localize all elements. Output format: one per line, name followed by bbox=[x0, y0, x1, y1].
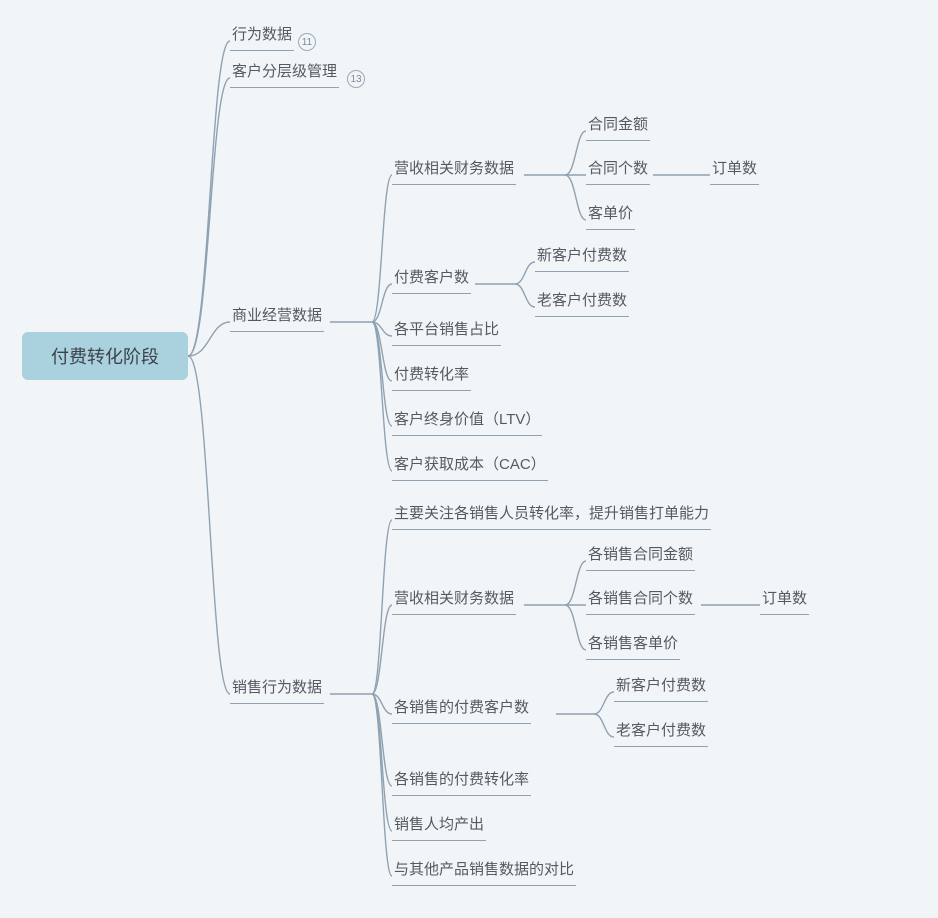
node-biz-finance[interactable]: 营收相关财务数据 bbox=[392, 157, 516, 185]
node-old-paying[interactable]: 老客户付费数 bbox=[535, 289, 629, 317]
node-sales-compare[interactable]: 与其他产品销售数据的对比 bbox=[392, 858, 576, 886]
node-label: 老客户付费数 bbox=[616, 722, 706, 739]
node-label: 订单数 bbox=[762, 590, 807, 607]
node-label: 新客户付费数 bbox=[537, 247, 627, 264]
collapsed-count-badge[interactable]: 13 bbox=[347, 70, 365, 88]
root-node[interactable]: 付费转化阶段 bbox=[22, 332, 188, 380]
node-contract-count[interactable]: 合同个数 bbox=[586, 157, 650, 185]
node-business-data[interactable]: 商业经营数据 bbox=[230, 304, 324, 332]
node-unit-price[interactable]: 客单价 bbox=[586, 202, 635, 230]
node-label: 销售人均产出 bbox=[394, 816, 484, 833]
badge-count: 13 bbox=[350, 74, 361, 85]
node-label: 各销售的付费客户数 bbox=[394, 699, 529, 716]
node-order-count[interactable]: 订单数 bbox=[710, 157, 759, 185]
node-sales-contract-count[interactable]: 各销售合同个数 bbox=[586, 587, 695, 615]
node-label: 新客户付费数 bbox=[616, 677, 706, 694]
node-customer-tier[interactable]: 客户分层级管理 bbox=[230, 60, 339, 88]
node-ltv[interactable]: 客户终身价值（LTV） bbox=[392, 408, 542, 436]
node-label: 各销售合同金额 bbox=[588, 546, 693, 563]
node-label: 各销售合同个数 bbox=[588, 590, 693, 607]
node-sales-focus[interactable]: 主要关注各销售人员转化率，提升销售打单能力 bbox=[392, 502, 711, 530]
node-label: 合同个数 bbox=[588, 160, 648, 177]
root-label: 付费转化阶段 bbox=[51, 343, 159, 369]
node-label: 付费客户数 bbox=[394, 269, 469, 286]
node-sales-avg-output[interactable]: 销售人均产出 bbox=[392, 813, 486, 841]
node-label: 主要关注各销售人员转化率，提升销售打单能力 bbox=[394, 505, 709, 522]
node-label: 各销售的付费转化率 bbox=[394, 771, 529, 788]
mindmap-canvas: 付费转化阶段 行为数据 11 客户分层级管理 13 商业经营数据 销售行为数据 … bbox=[0, 0, 938, 918]
node-label: 行为数据 bbox=[232, 26, 292, 43]
node-label: 销售行为数据 bbox=[232, 679, 322, 696]
node-contract-amount[interactable]: 合同金额 bbox=[586, 113, 650, 141]
node-label: 客户终身价值（LTV） bbox=[394, 411, 540, 428]
node-label: 营收相关财务数据 bbox=[394, 160, 514, 177]
node-sales-conversion-rate[interactable]: 各销售的付费转化率 bbox=[392, 768, 531, 796]
node-label: 付费转化率 bbox=[394, 366, 469, 383]
node-label: 各销售客单价 bbox=[588, 635, 678, 652]
node-paying-customers[interactable]: 付费客户数 bbox=[392, 266, 471, 294]
badge-count: 11 bbox=[302, 37, 312, 48]
node-sales-unit-price[interactable]: 各销售客单价 bbox=[586, 632, 680, 660]
node-label: 老客户付费数 bbox=[537, 292, 627, 309]
node-label: 与其他产品销售数据的对比 bbox=[394, 861, 574, 878]
node-sales-finance[interactable]: 营收相关财务数据 bbox=[392, 587, 516, 615]
node-sales-new-paying[interactable]: 新客户付费数 bbox=[614, 674, 708, 702]
node-label: 各平台销售占比 bbox=[394, 321, 499, 338]
node-behavior-data[interactable]: 行为数据 bbox=[230, 23, 294, 51]
node-label: 客单价 bbox=[588, 205, 633, 222]
node-sales-old-paying[interactable]: 老客户付费数 bbox=[614, 719, 708, 747]
node-label: 订单数 bbox=[712, 160, 757, 177]
node-label: 客户分层级管理 bbox=[232, 63, 337, 80]
node-sales-order-count[interactable]: 订单数 bbox=[760, 587, 809, 615]
node-conversion-rate[interactable]: 付费转化率 bbox=[392, 363, 471, 391]
node-cac[interactable]: 客户获取成本（CAC） bbox=[392, 453, 548, 481]
node-platform-share[interactable]: 各平台销售占比 bbox=[392, 318, 501, 346]
node-label: 合同金额 bbox=[588, 116, 648, 133]
node-sales-contract-amount[interactable]: 各销售合同金额 bbox=[586, 543, 695, 571]
node-new-paying[interactable]: 新客户付费数 bbox=[535, 244, 629, 272]
node-sales-behavior[interactable]: 销售行为数据 bbox=[230, 676, 324, 704]
node-label: 营收相关财务数据 bbox=[394, 590, 514, 607]
collapsed-count-badge[interactable]: 11 bbox=[298, 33, 316, 51]
node-sales-paying-customers[interactable]: 各销售的付费客户数 bbox=[392, 696, 531, 724]
node-label: 客户获取成本（CAC） bbox=[394, 456, 546, 473]
node-label: 商业经营数据 bbox=[232, 307, 322, 324]
